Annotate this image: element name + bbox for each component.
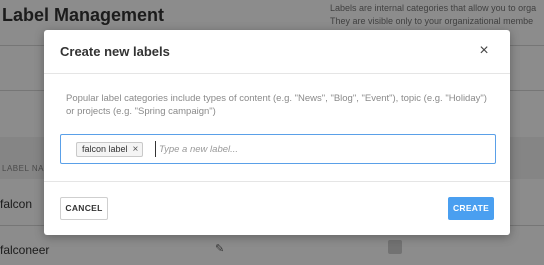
label-tag: falcon label × bbox=[76, 142, 144, 157]
labels-tag-field[interactable]: falcon label × bbox=[60, 134, 496, 164]
label-tag-text: falcon label bbox=[82, 144, 128, 154]
new-label-input[interactable] bbox=[155, 141, 485, 157]
create-labels-dialog: Create new labels × Popular label catego… bbox=[44, 30, 510, 235]
close-icon[interactable]: × bbox=[476, 42, 492, 60]
create-button[interactable]: CREATE bbox=[448, 197, 494, 220]
cancel-button[interactable]: CANCEL bbox=[60, 197, 108, 220]
dialog-footer: CANCEL CREATE bbox=[44, 181, 510, 235]
dialog-header: Create new labels × bbox=[44, 30, 510, 74]
dialog-body: Popular label categories include types o… bbox=[44, 74, 510, 181]
dialog-title: Create new labels bbox=[60, 44, 170, 59]
remove-tag-icon[interactable]: × bbox=[133, 143, 139, 156]
label-hint-text: Popular label categories include types o… bbox=[66, 93, 487, 117]
